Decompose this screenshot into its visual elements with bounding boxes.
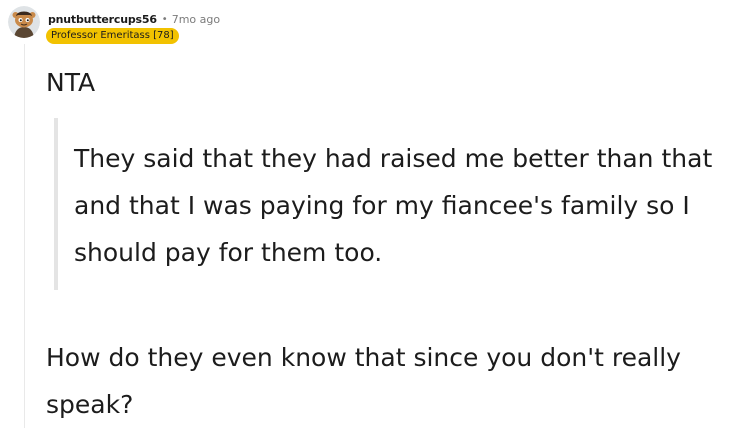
timestamp[interactable]: 7mo ago xyxy=(172,13,220,26)
user-flair-badge: Professor Emeritass [78] xyxy=(46,28,179,44)
separator-dot: • xyxy=(161,13,168,25)
username-link[interactable]: pnutbuttercups56 xyxy=(48,13,157,26)
snoo-avatar-icon xyxy=(8,6,40,38)
user-avatar[interactable] xyxy=(8,6,40,38)
comment-body-text: How do they even know that since you don… xyxy=(46,343,681,419)
comment-header: pnutbuttercups56 • 7mo ago xyxy=(48,12,220,26)
comment-container: pnutbuttercups56 • 7mo ago Professor Eme… xyxy=(0,0,734,428)
thread-line[interactable] xyxy=(24,44,25,428)
comment-verdict: NTA xyxy=(46,68,96,97)
blockquote-bar xyxy=(54,118,58,290)
blockquote-text: They said that they had raised me better… xyxy=(74,144,713,267)
